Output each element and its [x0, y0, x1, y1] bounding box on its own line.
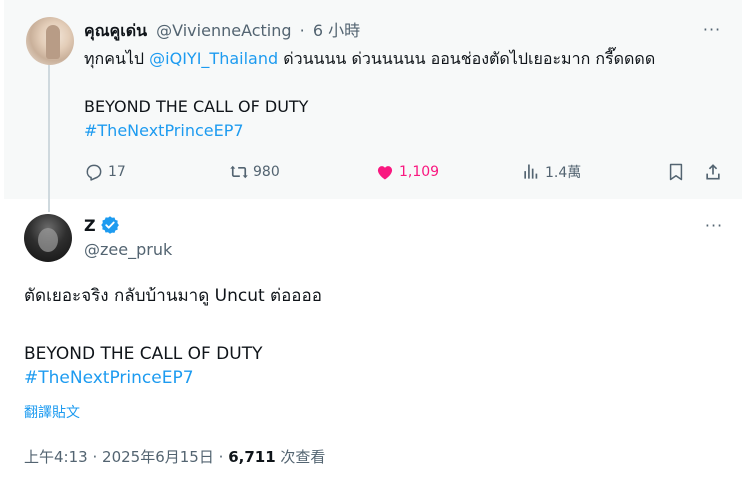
main-hashtag-link[interactable]: #TheNextPrinceEP7 [24, 366, 724, 390]
repost-icon [230, 165, 248, 179]
parent-hashtag-link[interactable]: #TheNextPrinceEP7 [84, 119, 724, 143]
main-more-icon[interactable]: ··· [702, 216, 726, 236]
main-views-count: 6,711 [228, 448, 276, 466]
parent-display-name[interactable]: คุณคูเด่น [84, 21, 147, 40]
main-avatar[interactable] [24, 214, 72, 262]
heart-icon [377, 166, 393, 180]
reply-icon [86, 164, 102, 181]
analytics-icon [524, 164, 538, 179]
parent-more-icon[interactable]: ··· [700, 20, 724, 40]
translate-post-link[interactable]: 翻譯貼文 [24, 402, 80, 422]
parent-action-bar: 17 980 1,109 1.4萬 [84, 160, 729, 184]
like-button[interactable]: 1,109 [375, 160, 439, 184]
views-button[interactable]: 1.4萬 [521, 160, 581, 184]
like-count: 1,109 [399, 164, 440, 180]
main-time[interactable]: 上午4:13 [24, 448, 88, 466]
meta-separator: · [92, 448, 98, 466]
parent-handle[interactable]: @VivienneActing [156, 21, 291, 40]
main-date[interactable]: 2025年6月15日 [102, 448, 214, 466]
reply-count: 17 [108, 164, 126, 180]
thread-connector-line [48, 64, 50, 212]
meta-separator-2: · [218, 448, 224, 466]
repost-count: 980 [253, 164, 280, 180]
parent-separator: · [299, 21, 305, 40]
verified-badge-icon [100, 216, 119, 234]
parent-mention-link[interactable]: @iQIYI_Thailand [149, 49, 278, 68]
main-display-name[interactable]: Z [84, 216, 96, 235]
share-icon [706, 164, 720, 180]
main-tweet-meta: 上午4:13 · 2025年6月15日 · 6,711 次查看 [24, 446, 325, 467]
main-handle[interactable]: @zee_pruk [84, 240, 172, 259]
views-count: 1.4萬 [545, 165, 582, 181]
reply-button[interactable]: 17 [84, 160, 126, 184]
parent-tweet-text: ทุกคนไป @iQIYI_Thailand ด่วนนนน ด่วนนนนน… [84, 47, 724, 143]
parent-avatar[interactable] [26, 17, 74, 65]
main-tweet-text: ตัดเยอะจริง กลับบ้านมาดู Uncut ต่ออออ BE… [24, 284, 724, 390]
share-button[interactable] [703, 160, 727, 184]
bookmark-button[interactable] [666, 160, 690, 184]
main-views-label: 次查看 [280, 448, 326, 466]
parent-text-prefix: ทุกคนไป [84, 49, 150, 68]
main-display-name-row: Z [84, 214, 120, 236]
main-text-line1: ตัดเยอะจริง กลับบ้านมาดู Uncut ต่ออออ [24, 286, 322, 306]
parent-tweet-header: คุณคูเด่น @VivienneActing · 6 小時 [84, 20, 360, 42]
parent-timestamp[interactable]: 6 小時 [313, 21, 360, 40]
main-text-line2: BEYOND THE CALL OF DUTY [24, 344, 263, 364]
repost-button[interactable]: 980 [229, 160, 280, 184]
bookmark-icon [669, 163, 683, 181]
parent-text-line2: BEYOND THE CALL OF DUTY [84, 97, 309, 116]
parent-text-suffix: ด่วนนนน ด่วนนนนน ออนช่องตัดไปเยอะมาก กรี… [278, 49, 656, 68]
